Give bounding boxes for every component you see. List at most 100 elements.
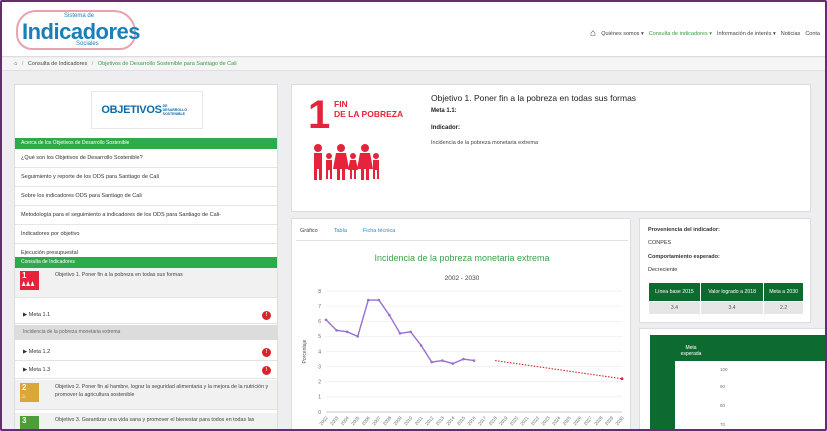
y-tick-label: 6 [318,319,321,325]
meta-1-2-row[interactable]: ▶ Meta 1.2 ! [15,344,277,361]
objective-row-1[interactable]: 1 ♟♟♟ Objetivo 1. Poner fin a la pobreza… [15,268,277,298]
projection-point [620,377,624,381]
gauge-header: Meta esperada [680,345,702,357]
data-point [366,298,370,302]
alert-icon: ! [262,366,271,375]
objective-card: 1 FIN DE LA POBREZA Objetivo 1. Poner fi… [291,84,811,212]
tab-divider [296,240,628,241]
x-tick-label: 2030 [614,415,625,426]
x-tick-label: 2013 [435,415,446,426]
x-tick-label: 2004 [340,415,351,426]
x-tick-label: 2012 [424,415,435,426]
x-tick-label: 2011 [414,415,424,426]
goal-fin-line2: DE LA POBREZA [334,109,404,119]
indicator-subrow[interactable]: Incidencia de la pobreza monetaria extre… [15,325,277,340]
x-tick-label: 2016 [466,415,477,426]
goal-2-icon: 2 ♨ [20,383,39,402]
data-point [345,330,349,334]
breadcrumb-current: Objetivos de Desarrollo Sostenible para … [97,61,237,67]
values-table: Línea base 2015 Valor logrado a 2018 Met… [648,282,804,315]
meta-label: Meta 1.1: [431,108,457,114]
objective-2-text: Objetivo 2. Poner fin al hambre, lograr … [55,384,269,398]
x-tick-label: 2009 [392,415,403,426]
tab-ficha-tecnica[interactable]: Ficha técnica [363,228,395,234]
data-point [409,330,412,334]
x-tick-label: 2008 [382,415,393,426]
home-icon[interactable]: ⌂ [590,28,596,39]
alert-icon: ! [262,311,271,320]
indicator-info-card: Proveniencia del indicador: CONPES Compo… [639,218,811,323]
gauge-tick-100: 100 [720,367,728,372]
meta-1-3-label: ▶ Meta 1.3 [23,367,51,373]
data-point [398,332,402,335]
data-point [451,362,455,365]
objective-title: Objetivo 1. Poner fin a la pobreza en to… [431,93,637,103]
table-cell-target: 2.2 [763,301,804,315]
menu-item-metodologia[interactable]: Metodología para el seguimiento a indica… [15,206,277,225]
nav-consulta-indicadores[interactable]: Consulta de indicadores ▾ [649,31,712,37]
logo-bottom-text: Sociales [76,41,99,47]
projection-line [495,360,623,380]
data-point [462,357,465,361]
data-point [472,359,476,362]
nav-contacto[interactable]: Conta [805,31,820,37]
x-tick-label: 2015 [456,415,467,426]
objective-3-text: Objetivo 3. Garantizar una vida sana y p… [55,417,255,423]
nav-informacion[interactable]: Información de interés ▾ [717,31,776,37]
y-tick-label: 2 [318,380,321,386]
data-point [388,313,391,317]
x-tick-label: 2014 [445,415,456,426]
meta-1-1-label: ▶ Meta 1.1 [23,312,51,318]
menu-item-sobre-indicadores[interactable]: Sobre los indicadores ODS para Santiago … [15,187,277,206]
nav-noticias[interactable]: Noticias [781,31,801,37]
x-tick-label: 2002 [318,415,329,426]
y-tick-label: 7 [318,304,321,310]
gauge-area: 100 90 80 70 [675,361,825,429]
goal-3-number: 3 [22,416,27,425]
tab-tabla[interactable]: Tabla [334,228,347,234]
chart-title: Incidencia de la pobreza monetaria extre… [374,253,550,263]
x-tick-label: 2025 [562,415,573,426]
meta-1-3-row[interactable]: ▶ Meta 1.3 ! [15,362,277,379]
breadcrumb-consulta[interactable]: Consulta de Indicadores [28,61,87,67]
behavior-label: Comportamiento esperado: [648,254,720,260]
data-point [440,359,444,362]
breadcrumb: ⌂ / Consulta de Indicadores / Objetivos … [2,58,825,71]
data-point [356,335,360,338]
x-tick-label: 2018 [488,415,499,426]
site-logo[interactable]: Sistema de Indicadores Sociales [16,10,146,52]
table-cell-achieved: 3.4 [699,301,765,315]
sidebar: OBJETIVOS DE DESARROLLO SOSTENIBLE Acerc… [14,84,278,429]
x-tick-label: 2017 [477,415,488,426]
objective-row-2[interactable]: 2 ♨ Objetivo 2. Poner fin al hambre, log… [15,380,277,410]
home-crumb-icon[interactable]: ⌂ [14,61,17,67]
table-header-achieved: Valor logrado a 2018 [699,282,765,302]
x-tick-label: 2006 [361,415,372,426]
behavior-value: Decreciente [648,267,678,273]
meta-1-1-row[interactable]: ▶ Meta 1.1 ! [15,307,277,324]
goal-1-icon: 1 ♟♟♟ [20,271,39,290]
data-point [324,318,328,322]
goal-1-number: 1 [22,271,27,280]
menu-item-seguimiento[interactable]: Seguimiento y reporte de los ODS para Sa… [15,168,277,187]
nav-quienes-somos[interactable]: Quiénes somos ▾ [601,31,644,37]
section-header-consulta: Consulta de Indicadores [15,257,277,268]
gauge-card: Meta esperada 100 90 80 70 [639,328,825,429]
table-header-target: Meta a 2030 [763,282,804,302]
indicator-description: Incidencia de la pobreza monetaria extre… [431,140,539,146]
menu-item-indicadores-objetivo[interactable]: Indicadores por objetivo [15,225,277,244]
goal-2-number: 2 [22,383,27,392]
family-icon: ♟♟♟ [21,282,35,288]
x-tick-label: 2005 [350,415,361,426]
x-tick-label: 2010 [403,415,414,426]
tab-grafico[interactable]: Gráfico [300,228,318,234]
menu-item-que-son[interactable]: ¿Qué son los Objetivos de Desarrollo Sos… [15,149,277,168]
y-tick-label: 3 [318,364,321,370]
data-point [377,298,381,302]
gauge-tick-80: 80 [720,403,726,408]
ods-logo-subtext: DE DESARROLLO SOSTENIBLE [162,104,188,116]
main-nav: ⌂ Quiénes somos ▾ Consulta de indicadore… [590,28,825,39]
origin-label: Proveniencia del indicador: [648,227,720,233]
gauge-tick-90: 90 [720,384,726,389]
objective-row-3[interactable]: 3 Objetivo 3. Garantizar una vida sana y… [15,413,277,429]
